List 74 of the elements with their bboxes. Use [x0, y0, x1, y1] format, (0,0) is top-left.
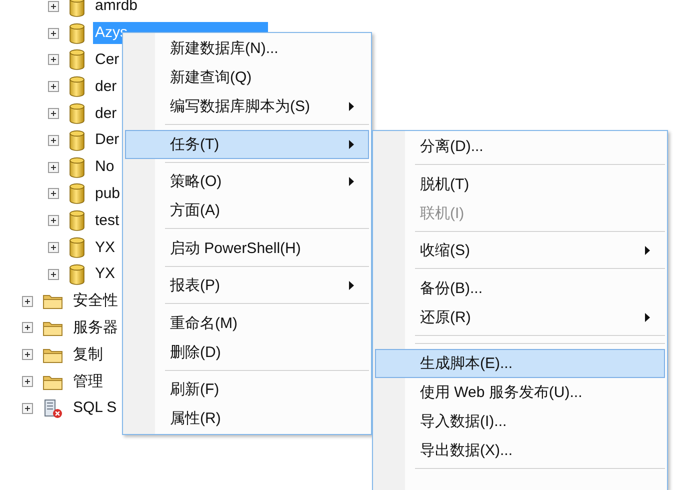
expand-icon[interactable]: [22, 296, 33, 307]
tree-item[interactable]: YX: [93, 263, 118, 286]
submenu-arrow-icon: [349, 281, 354, 290]
tree-item[interactable]: SQL S: [71, 397, 119, 420]
database-icon: [69, 156, 85, 178]
menu-item[interactable]: 新建数据库(N)...: [125, 34, 369, 63]
menu-item[interactable]: 任务(T): [125, 130, 369, 158]
menu-item[interactable]: 属性(R): [125, 404, 369, 433]
menu-item[interactable]: 使用 Web 服务发布(U)...: [375, 378, 665, 406]
expand-icon[interactable]: [48, 215, 59, 226]
submenu-arrow-icon: [645, 312, 650, 322]
expand-icon[interactable]: [48, 28, 59, 39]
expand-icon[interactable]: [22, 402, 33, 414]
database-icon: [69, 183, 85, 204]
expand-icon[interactable]: [48, 162, 59, 173]
database-icon: [69, 210, 85, 232]
menu-item[interactable]: 重命名(M): [125, 308, 369, 338]
tree-item[interactable]: amrdb: [93, 0, 140, 18]
expand-icon[interactable]: [48, 134, 59, 146]
expand-icon[interactable]: [48, 268, 59, 280]
database-icon: [69, 130, 85, 151]
tree-item[interactable]: No: [93, 156, 116, 178]
tree-item[interactable]: 复制: [71, 344, 105, 366]
menu-item[interactable]: 编写数据库脚本为(S): [125, 92, 369, 121]
folder-icon: [43, 374, 63, 390]
database-icon: [69, 49, 85, 70]
server-agent-icon: [43, 398, 63, 419]
expand-icon[interactable]: [22, 349, 33, 360]
tree-item[interactable]: test: [93, 210, 122, 232]
menu-item[interactable]: 新建查询(Q): [125, 63, 369, 92]
tree-item[interactable]: pub: [93, 182, 122, 205]
expand-icon[interactable]: [48, 188, 59, 200]
database-icon: [69, 264, 85, 285]
tree-item[interactable]: 管理: [71, 370, 105, 393]
folder-icon: [43, 293, 63, 310]
menu-item[interactable]: 脱机(T): [375, 170, 665, 198]
menu-item[interactable]: 导出数据(X)...: [375, 436, 665, 464]
expand-icon[interactable]: [48, 108, 59, 120]
submenu-arrow-icon: [349, 140, 354, 148]
menu-item[interactable]: 启动 PowerShell(H): [125, 234, 369, 262]
expand-icon[interactable]: [48, 81, 59, 92]
expand-icon[interactable]: [48, 0, 59, 12]
database-icon: [69, 22, 85, 44]
database-icon: [69, 76, 85, 98]
menu-item[interactable]: 删除(D): [125, 338, 369, 366]
database-icon: [69, 0, 85, 17]
submenu-arrow-icon: [645, 246, 650, 255]
menu-item[interactable]: 生成脚本(E)...: [375, 348, 665, 378]
tree-item[interactable]: Der: [93, 129, 122, 152]
menu-item[interactable]: 报表(P): [125, 271, 369, 300]
tree-item[interactable]: Cer: [93, 48, 122, 71]
menu-item[interactable]: 策略(O): [125, 167, 369, 196]
menu-item[interactable]: 分离(D)...: [375, 132, 665, 161]
submenu-arrow-icon: [349, 177, 354, 186]
submenu-arrow-icon: [349, 102, 354, 111]
menu-item[interactable]: 收缩(S): [375, 236, 665, 265]
database-icon: [69, 103, 85, 124]
menu-item[interactable]: 刷新(F): [125, 375, 369, 404]
expand-icon[interactable]: [48, 54, 59, 66]
folder-icon: [43, 346, 63, 363]
expand-icon[interactable]: [22, 376, 33, 388]
tree-item[interactable]: der: [93, 102, 119, 125]
folder-icon: [43, 320, 63, 336]
menu-item[interactable]: 备份(B)...: [375, 274, 665, 302]
menu-item[interactable]: 还原(R): [375, 302, 665, 332]
tree-item[interactable]: YX: [93, 236, 118, 259]
menu-item[interactable]: 导入数据(I)...: [375, 406, 665, 436]
expand-icon[interactable]: [22, 322, 33, 334]
tree-item[interactable]: der: [93, 76, 119, 98]
tree-item[interactable]: 服务器: [71, 316, 120, 339]
menu-item[interactable]: 方面(A): [125, 196, 369, 225]
database-icon: [69, 237, 85, 258]
tree-item[interactable]: 安全性: [71, 290, 120, 312]
expand-icon[interactable]: [48, 242, 59, 254]
